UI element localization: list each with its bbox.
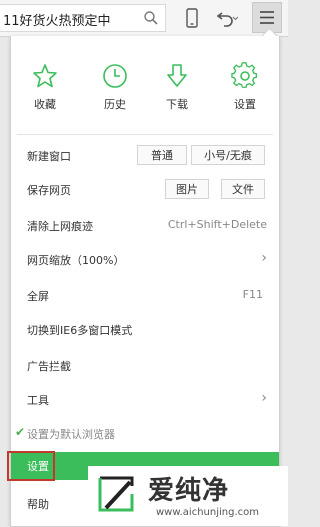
clear-traces-shortcut: Ctrl+Shift+Delete — [167, 218, 267, 231]
watermark-url: www.aichunjing.com — [156, 507, 259, 518]
settings-quick-button[interactable]: 设置 — [217, 52, 273, 130]
clear-traces-item[interactable]: 清除上网痕迹 Ctrl+Shift+Delete — [11, 214, 279, 238]
new-normal-window-button[interactable]: 普通 — [137, 145, 187, 165]
fullscreen-shortcut: F11 — [242, 288, 263, 301]
save-as-file-button[interactable]: 文件 — [221, 179, 265, 199]
ad-block-label: 广告拦截 — [27, 360, 71, 373]
gear-icon — [231, 62, 258, 88]
undo-icon[interactable] — [214, 6, 238, 30]
watermark: 爱纯净 www.aichunjing.com — [88, 466, 288, 526]
browser-toolbar: 11好货火热预定中 — [0, 0, 288, 37]
downloads-button[interactable]: 下载 — [149, 52, 205, 130]
phone-icon[interactable] — [180, 6, 204, 30]
default-browser-item[interactable]: ✔ 设置为默认浏览器 — [11, 422, 279, 446]
check-icon: ✔ — [15, 425, 26, 439]
downloads-label: 下载 — [166, 98, 188, 111]
settings-label: 设置 — [27, 460, 49, 473]
chevron-right-icon: › — [261, 390, 267, 406]
fullscreen-item[interactable]: 全屏 F11 — [11, 284, 279, 308]
new-window-label: 新建窗口 — [27, 150, 71, 163]
favorites-label: 收藏 — [34, 98, 56, 111]
save-page-row: 保存网页 图片 文件 — [11, 178, 279, 202]
settings-quick-label: 设置 — [234, 98, 256, 111]
watermark-name: 爱纯净 — [148, 476, 230, 506]
clock-icon — [103, 64, 127, 88]
new-window-row: 新建窗口 普通 小号/无痕 — [11, 144, 279, 168]
star-icon — [33, 64, 57, 88]
ad-block-item[interactable]: 广告拦截 — [11, 354, 279, 378]
divider — [17, 134, 273, 135]
download-icon — [167, 64, 187, 87]
history-label: 历史 — [104, 98, 126, 111]
menu-icon — [260, 11, 274, 24]
default-browser-label: 设置为默认浏览器 — [27, 428, 115, 441]
fullscreen-label: 全屏 — [27, 290, 49, 303]
favorites-button[interactable]: 收藏 — [17, 52, 73, 130]
chevron-right-icon: › — [261, 250, 267, 266]
save-page-label: 保存网页 — [27, 184, 71, 197]
clear-traces-label: 清除上网痕迹 — [27, 220, 93, 233]
search-icon[interactable] — [143, 10, 159, 26]
address-bar[interactable]: 11好货火热预定中 — [0, 4, 166, 32]
new-incognito-window-button[interactable]: 小号/无痕 — [191, 145, 265, 165]
ie6-mode-item[interactable]: 切换到IE6多窗口模式 — [11, 318, 279, 342]
history-button[interactable]: 历史 — [87, 52, 143, 130]
save-as-image-button[interactable]: 图片 — [165, 179, 209, 199]
zoom-label: 网页缩放（100%） — [27, 254, 125, 267]
ie6-mode-label: 切换到IE6多窗口模式 — [27, 324, 133, 337]
quick-actions: 收藏 历史 下载 设置 — [11, 52, 279, 132]
browser-menu: 收藏 历史 下载 设置 新建窗口 普通 小号/无痕 保存网页 图片 文件 清除上… — [7, 27, 280, 527]
help-label: 帮助 — [27, 498, 49, 511]
tools-item[interactable]: 工具 › — [11, 388, 279, 412]
watermark-logo — [98, 476, 134, 512]
zoom-item[interactable]: 网页缩放（100%） › — [11, 248, 279, 272]
address-text: 11好货火热预定中 — [3, 14, 111, 29]
tools-label: 工具 — [27, 394, 49, 407]
